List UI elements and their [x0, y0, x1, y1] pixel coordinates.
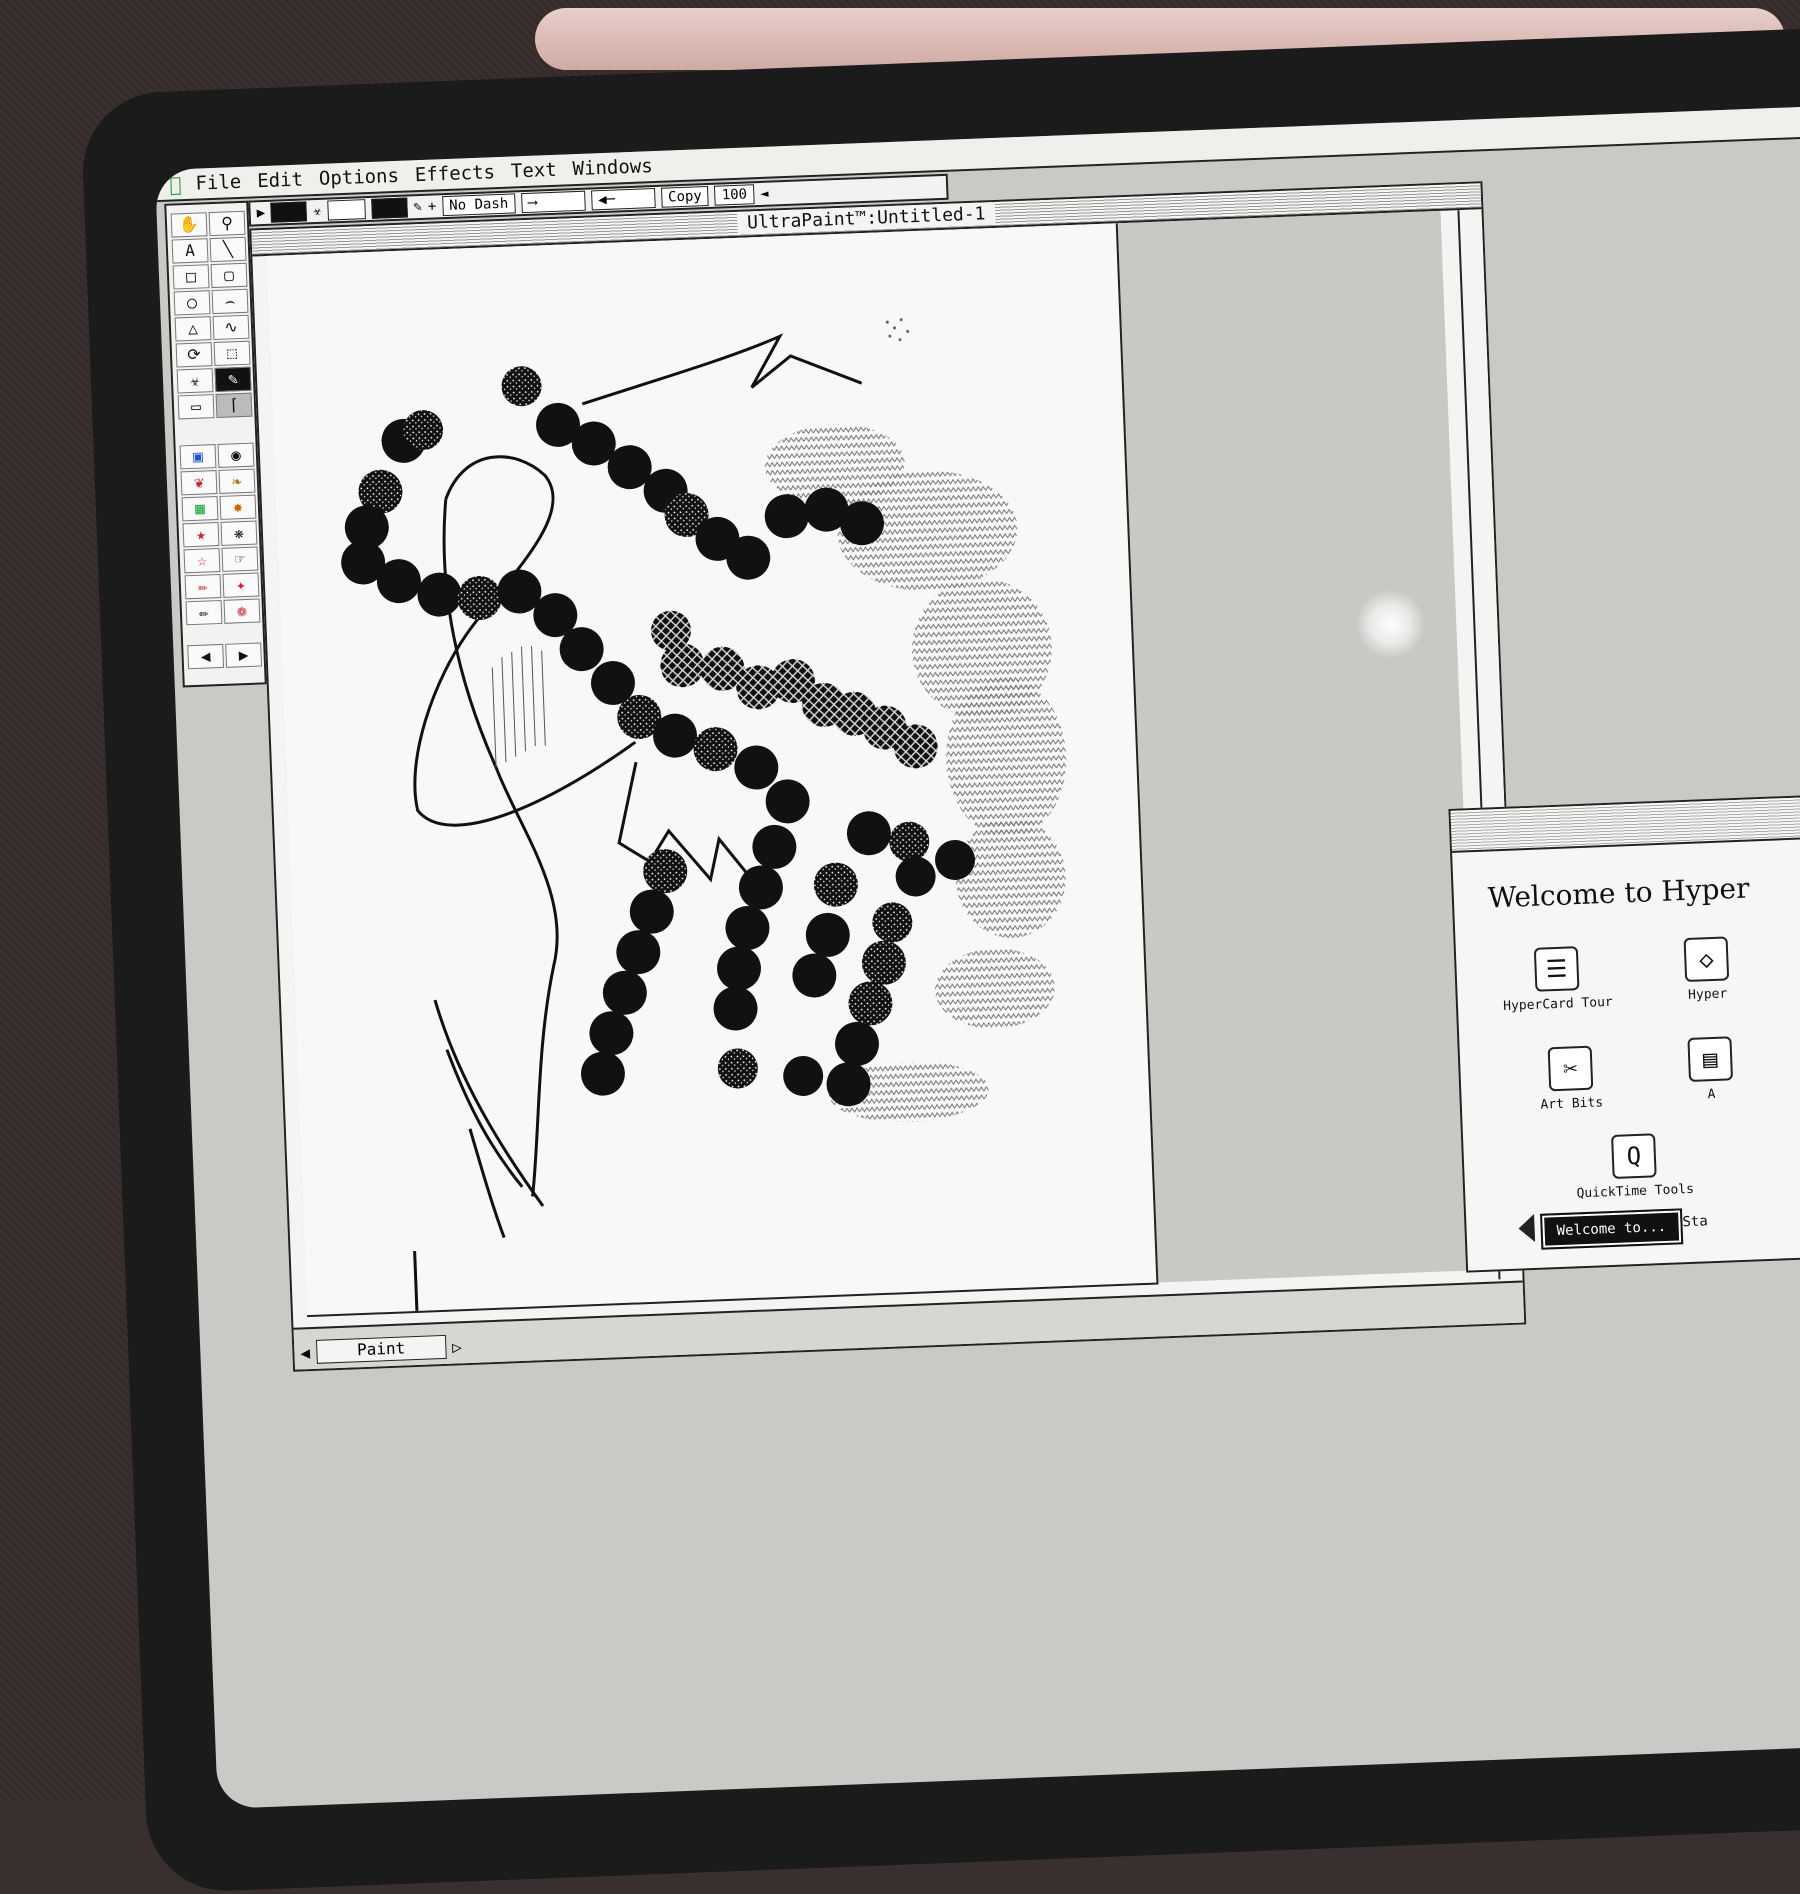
- text-icon[interactable]: A: [171, 238, 209, 264]
- menu-windows[interactable]: Windows: [572, 154, 669, 180]
- line-color-swatch[interactable]: [270, 201, 308, 223]
- rounded-rect-icon[interactable]: ▢: [210, 262, 248, 289]
- hatch-texture: [491, 646, 546, 768]
- menu-edit[interactable]: Edit: [257, 168, 320, 193]
- hand-icon[interactable]: ✋: [170, 212, 208, 238]
- opacity-field[interactable]: 100: [714, 184, 755, 206]
- fill-pattern-swatch[interactable]: [327, 199, 366, 221]
- lasso-icon[interactable]: ⟳: [175, 342, 213, 368]
- paint-brush-icon[interactable]: ❧: [218, 468, 256, 494]
- grid-icon[interactable]: ▦: [181, 496, 219, 522]
- opacity-stepper-icon[interactable]: ◄: [760, 186, 769, 202]
- quicktime-icon: Q: [1611, 1133, 1657, 1179]
- layer-next-icon[interactable]: ▷: [452, 1337, 462, 1356]
- red-pencil-icon[interactable]: ✏: [184, 573, 222, 600]
- arc-icon[interactable]: ⌢: [211, 288, 249, 315]
- layer-prev-icon[interactable]: ◀: [300, 1343, 310, 1362]
- line-icon[interactable]: ╲: [209, 236, 247, 263]
- color-wheel-icon[interactable]: ✸: [219, 494, 257, 520]
- eraser-icon[interactable]: ▭: [177, 394, 215, 420]
- quicktime-tools-button[interactable]: Q QuickTime Tools: [1563, 1131, 1705, 1201]
- bucket-icon[interactable]: ☣: [176, 368, 214, 394]
- a-label: A: [1707, 1086, 1716, 1103]
- layer-name[interactable]: Paint: [315, 1334, 447, 1364]
- nav-back-icon[interactable]: [1518, 1214, 1536, 1243]
- fill-bucket-icon[interactable]: ☣: [313, 203, 322, 219]
- arrow-head-select[interactable]: ◀─: [590, 188, 656, 211]
- dropper-icon[interactable]: ❦: [180, 470, 218, 496]
- star-polygon-icon[interactable]: ★: [182, 521, 220, 548]
- menu-text[interactable]: Text: [511, 158, 574, 183]
- gradient-pencil-icon[interactable]: ✏: [185, 599, 223, 626]
- palette-right-icon[interactable]: ▶: [225, 642, 263, 668]
- scissors-icon: ✂: [1547, 1045, 1594, 1092]
- document-window: UltraPaint™:Untitled-1 ◀ Paint ▷: [249, 181, 1527, 1372]
- copy-mode-select[interactable]: Copy: [660, 185, 710, 208]
- pattern-swatch[interactable]: [371, 197, 408, 219]
- layer-bar: ◀ Paint ▷: [300, 1333, 462, 1365]
- book-icon: ▤: [1687, 1036, 1734, 1082]
- art-bits-button[interactable]: ✂ Art Bits: [1500, 1044, 1642, 1114]
- rectangle-icon[interactable]: □: [172, 264, 210, 290]
- pen-size-icon[interactable]: ▶: [256, 205, 265, 221]
- hypercard-tour-label: HyperCard Tour: [1502, 994, 1614, 1015]
- oval-icon[interactable]: ◯: [173, 290, 211, 316]
- hypercard-welcome-title: Welcome to Hyper: [1487, 871, 1751, 915]
- 3d-box-icon[interactable]: ▣: [179, 444, 217, 470]
- a-button[interactable]: ▤ A: [1639, 1034, 1781, 1104]
- airbrush-icon[interactable]: ❁: [223, 598, 261, 624]
- apple-menu-icon[interactable]: : [155, 172, 196, 198]
- star-icon[interactable]: ☆: [183, 547, 221, 574]
- stamp-icon[interactable]: ◉: [217, 442, 255, 468]
- hyper-label: Hyper: [1687, 986, 1728, 1003]
- zoom-icon[interactable]: ⚲: [208, 210, 246, 237]
- quicktime-tools-label: QuickTime Tools: [1576, 1181, 1695, 1202]
- weave-stroke: [651, 610, 938, 769]
- art-bits-label: Art Bits: [1540, 1095, 1604, 1113]
- spray-dots: [885, 318, 910, 342]
- mode-icon[interactable]: ✎: [413, 199, 422, 215]
- hypercard-tour-button[interactable]: ☰ HyperCard Tour: [1486, 944, 1628, 1014]
- stack-nav-label[interactable]: Sta: [1682, 1213, 1708, 1230]
- dash-select[interactable]: No Dash: [441, 193, 516, 217]
- tablet-device:  File Edit Options Effects Text Windows…: [80, 25, 1800, 1894]
- menu-file[interactable]: File: [195, 170, 258, 195]
- paper-canvas[interactable]: [266, 223, 1159, 1318]
- mac-screen:  File Edit Options Effects Text Windows…: [154, 104, 1800, 1809]
- menu-options[interactable]: Options: [319, 164, 416, 190]
- hypercard-window: Welcome to Hyper ☰ HyperCard Tour ◇ Hype…: [1448, 787, 1800, 1273]
- pencil-icon[interactable]: ✎: [214, 366, 252, 393]
- sparkle-icon[interactable]: ✦: [222, 572, 260, 598]
- smudge-icon[interactable]: ☞: [221, 546, 259, 572]
- hyper-button[interactable]: ◇ Hyper: [1636, 935, 1778, 1005]
- palette-left-icon[interactable]: ◀: [187, 643, 225, 670]
- menu-effects[interactable]: Effects: [415, 161, 512, 186]
- canvas-area[interactable]: [266, 210, 1482, 1318]
- polygon-icon[interactable]: △: [174, 316, 212, 342]
- stack-icon: ☰: [1533, 946, 1580, 992]
- menu-bar:  File Edit Options Effects Text Windows: [154, 104, 1800, 203]
- welcome-nav-button[interactable]: Welcome to...: [1540, 1208, 1683, 1251]
- freehand-icon[interactable]: ∿: [212, 314, 250, 341]
- diamond-icon: ◇: [1683, 936, 1730, 983]
- crosshair-icon[interactable]: +: [428, 198, 437, 214]
- marquee-icon[interactable]: ⬚: [213, 340, 251, 367]
- spray-icon[interactable]: ❋: [220, 520, 258, 546]
- drawing-artwork: [341, 318, 1067, 1312]
- arrow-line-select[interactable]: ⟶: [520, 190, 586, 214]
- brush-icon[interactable]: ⌈: [215, 392, 253, 418]
